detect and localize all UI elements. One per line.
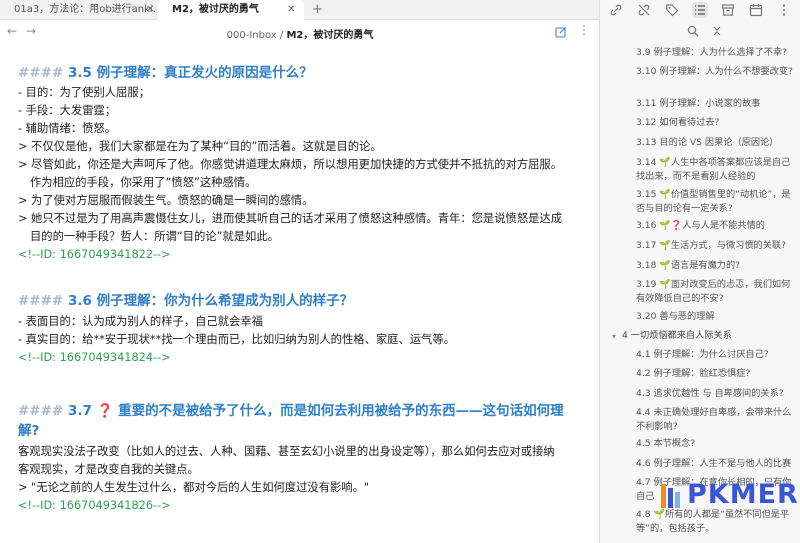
text-line: - 目的：为了使别人屈服； [18, 86, 150, 99]
search-icon[interactable] [687, 25, 699, 37]
outline-item[interactable]: 3.13 目的论 VS 因果论（原因论） [636, 136, 796, 150]
more-options-icon[interactable] [776, 2, 792, 18]
pkmer-logo-mark [661, 484, 680, 508]
outline-item[interactable]: 4.4 未正确处理好自卑感，会带来什么不利影响? [636, 406, 796, 434]
close-tab-icon[interactable]: ✕ [287, 0, 295, 20]
anki-id-comment: <!--ID: 1667049341826--> [18, 499, 171, 512]
text-line: 作为相应的手段，你采用了“愤怒”这种感情。 [30, 176, 257, 189]
outline-item[interactable]: 3.16 🌱❓人与人是不能共情的 [636, 219, 796, 233]
question-mark-icon: ❓ [96, 403, 114, 419]
outline-item[interactable]: 4.2 例子理解：脸红恐惧症? [636, 367, 796, 381]
outline-item[interactable]: 4.3 追求优越性 与 自卑感间的关系? [636, 387, 796, 401]
close-tab-icon[interactable]: ✕ [146, 0, 154, 20]
tab-anki-method[interactable]: 01a3，方法论：用ob进行anki... [0, 0, 155, 20]
outline-item[interactable]: 3.18 🌱语言是有魔力的? [636, 259, 796, 273]
text-line: > "无论之前的人生发生过什么，都对今后的人生如何度过没有影响。" [18, 481, 370, 494]
tab-active-note[interactable]: M2，被讨厌的勇气 [158, 0, 304, 20]
text-line: - 辅助情绪：愤怒。 [18, 122, 117, 135]
heading-3-5: #### 3.5 例子理解：真正发火的原因是什么？ [18, 63, 313, 83]
outline-item[interactable]: 4.1 例子理解：为什么讨厌自己? [636, 348, 796, 362]
text-line: 客观现实没法子改变（比如人的过去、人种、国藉、甚至玄幻小说里的出身设定等），那么… [18, 445, 555, 458]
edit-icon[interactable] [555, 26, 567, 38]
outline-pane: 3.9 例子理解：人为什么选择了不幸? 3.10 例子理解：人为什么不想要改变?… [600, 0, 800, 543]
outline-item[interactable]: 3.11 例子理解：小说家的故事 [636, 97, 796, 111]
text-line: - 手段：大发雷霆； [18, 104, 117, 117]
sidebar-toolbar [600, 0, 800, 20]
text-line: 客观现实，才是改变自我的关键点。 [18, 463, 199, 476]
outline-item[interactable]: 3.20 善与恶的理解 [636, 310, 796, 324]
outline-item[interactable]: 3.9 例子理解：人为什么选择了不幸? [636, 46, 796, 60]
outline-item-top[interactable]: 4 一切烦恼都来自人际关系 [622, 329, 792, 343]
outline-item[interactable]: 4.5 本节概念? [636, 437, 796, 451]
calendar-icon[interactable] [748, 2, 764, 18]
outline-item[interactable]: 3.19 🌱面对改变后的忐忑，我们如何有效降低自己的不安? [636, 278, 796, 306]
heading-text: 重要的不是被给予了什么，而是如何去利用被给予的东西——这句话如何理 [118, 403, 564, 419]
breadcrumb-separator: / [279, 30, 284, 41]
text-line: - 表面目的：认为成为别人的样子，自己就会幸福 [18, 315, 263, 328]
outline-icon[interactable] [692, 2, 708, 18]
heading-number: 3.7 [67, 403, 92, 419]
heading-hash: #### [18, 65, 64, 81]
outline-item[interactable]: 3.12 如何看待过去? [636, 116, 796, 130]
archive-icon[interactable] [720, 2, 736, 18]
outline-item[interactable]: 3.17 🌱生活方式，与微习惯的关联? [636, 239, 796, 253]
text-line: > 为了使对方屈服而假装生气。愤怒的确是一瞬间的感情。 [18, 194, 314, 207]
pkmer-logo-text: PKMER [687, 479, 799, 510]
text-line: > 不仅仅是他，我们大家都是在为了某种“目的”而活着。这就是目的论。 [18, 140, 382, 153]
breadcrumb: 000-Inbox / M2，被讨厌的勇气 [0, 26, 600, 41]
outline-list: 3.9 例子理解：人为什么选择了不幸? 3.10 例子理解：人为什么不想要改变?… [600, 43, 800, 543]
outline-item[interactable]: 4.6 例子理解：人生不是与他人的比赛 [636, 457, 796, 471]
pkmer-logo: PKMER [657, 474, 800, 522]
text-line: > 尽管如此，你还是大声呵斥了他。你感觉讲道理太麻烦，所以想用更加快捷的方式使并… [18, 158, 563, 171]
anki-id-comment: <!--ID: 1667049341822--> [18, 248, 171, 261]
heading-3-7: #### 3.7 ❓ 重要的不是被给予了什么，而是如何去利用被给予的东西——这句… [18, 401, 564, 421]
navigation-bar: ← → 000-Inbox / M2，被讨厌的勇气 ⋮ [0, 22, 600, 44]
link-icon[interactable] [608, 2, 624, 18]
text-line: 目的的一种手段？哲人：所谓“目的论”就是如此。 [30, 230, 279, 243]
more-options-icon[interactable]: ⋮ [578, 23, 590, 37]
outline-actions [600, 22, 800, 40]
heading-text: 3.5 例子理解：真正发火的原因是什么？ [67, 65, 313, 81]
breadcrumb-folder[interactable]: 000-Inbox [227, 30, 277, 41]
heading-hash: #### [18, 403, 64, 419]
collapse-all-icon[interactable] [711, 25, 723, 37]
heading-3-6: #### 3.6 例子理解：你为什么希望成为别人的样子？ [18, 291, 353, 311]
outline-item[interactable]: 3.14 🌱人生中各项答案都应该是自己找出来，而不是看别人经验的 [636, 156, 796, 184]
chevron-down-icon[interactable]: ▾ [612, 332, 616, 341]
heading-hash: #### [18, 293, 64, 309]
unlinked-icon[interactable] [636, 2, 652, 18]
anki-id-comment: <!--ID: 1667049341824--> [18, 351, 171, 364]
tag-icon[interactable] [664, 2, 680, 18]
editor-pane: 01a3，方法论：用ob进行anki... ✕ M2，被讨厌的勇气 ✕ + ← … [0, 0, 600, 543]
outline-item[interactable]: 3.10 例子理解：人为什么不想要改变? [636, 65, 796, 79]
new-tab-icon[interactable]: + [312, 0, 323, 20]
heading-3-7-continued: 解? [18, 423, 40, 439]
outline-item[interactable]: 3.15 🌱价值型销售里的“动机论”，是否与目的论有一定关系? [636, 188, 796, 216]
breadcrumb-note[interactable]: M2，被讨厌的勇气 [286, 30, 373, 41]
text-line: - 真实目的：给**安于现状**找一个理由而已，比如归纳为别人的性格、家庭、运气… [18, 333, 455, 346]
tab-bar: 01a3，方法论：用ob进行anki... ✕ M2，被讨厌的勇气 ✕ + [0, 0, 600, 20]
heading-text: 3.6 例子理解：你为什么希望成为别人的样子？ [67, 293, 354, 309]
text-line: > 她只不过是为了用高声震慑住女儿，进而使其听自己的话才采用了愤怒这种感情。青年… [18, 212, 563, 225]
